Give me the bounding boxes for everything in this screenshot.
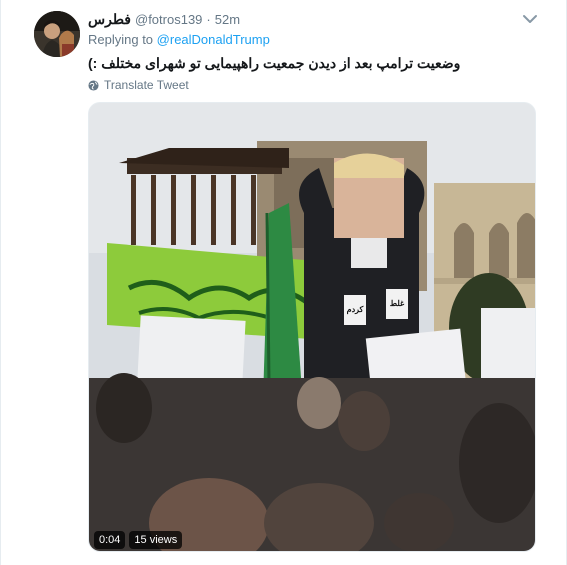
user-handle[interactable]: @fotros139 [135,12,202,27]
video-badges: 0:04 15 views [94,531,186,549]
tweet-card[interactable]: فطرس @fotros139 · 52m Replying to @realD… [0,0,567,565]
tweet-timestamp[interactable]: 52m [215,12,240,27]
effigy-sign-right: غلط [389,299,405,308]
replying-to-prefix: Replying to [88,32,154,47]
mention-link[interactable]: @realDonaldTrump [157,32,270,47]
globe-icon [88,79,99,91]
tweet-header: فطرس @fotros139 · 52m [88,10,240,28]
video-view-count: 15 views [129,531,183,549]
tweet-text: وضعیت ترامپ بعد از دیدن جمعیت راهپیمایی … [88,55,461,71]
display-name[interactable]: فطرس [88,11,131,28]
chevron-down-icon[interactable] [522,12,538,26]
avatar-image [34,11,80,57]
separator-dot: · [206,11,211,27]
translate-tweet-link[interactable]: Translate Tweet [88,78,189,92]
replying-to: Replying to @realDonaldTrump [88,32,270,47]
video-duration: 0:04 [94,531,126,549]
avatar[interactable] [34,11,80,57]
video-player[interactable]: کردم غلط [88,102,536,552]
video-frame [89,103,535,551]
effigy-sign-left: کردم [346,305,364,314]
translate-label: Translate Tweet [104,78,189,92]
